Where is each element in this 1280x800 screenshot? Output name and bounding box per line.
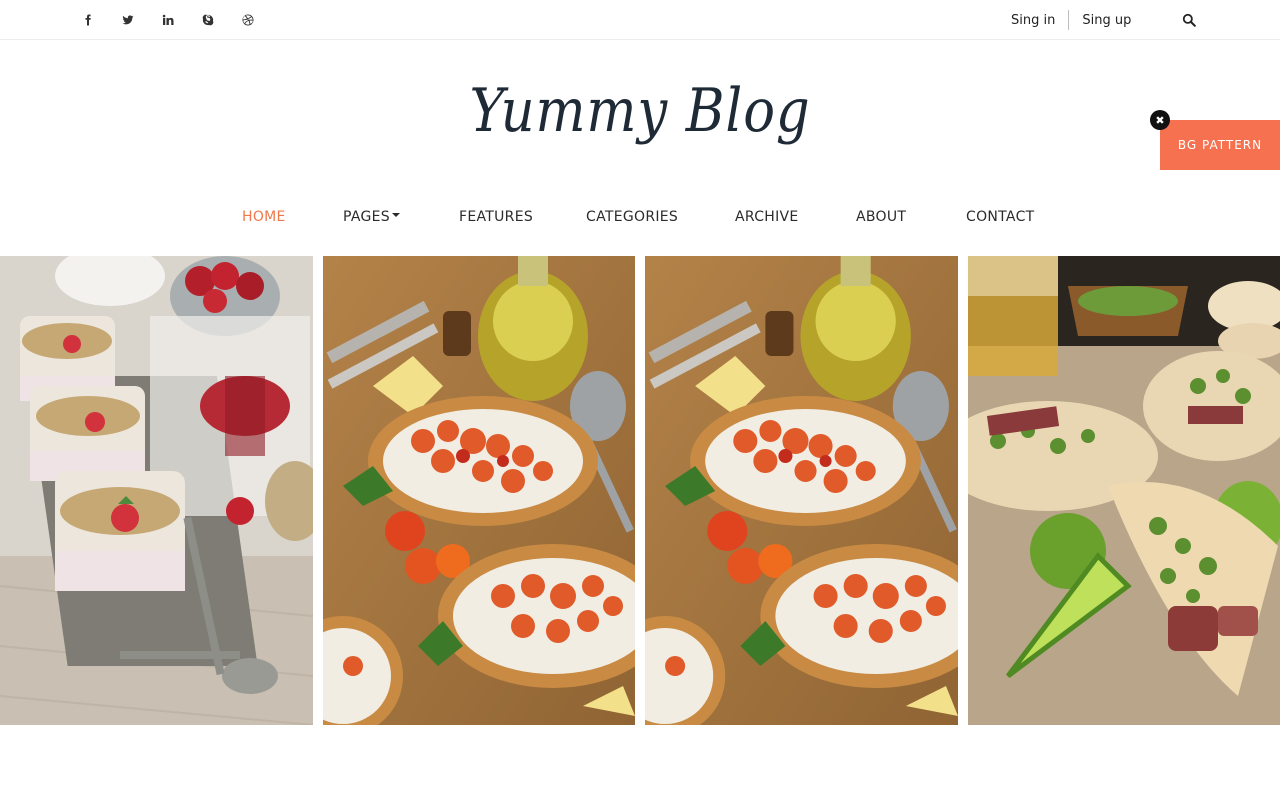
nav-item-archive[interactable]: ARCHIVE bbox=[735, 209, 799, 225]
social-links bbox=[78, 10, 258, 30]
facebook-icon[interactable] bbox=[78, 10, 98, 30]
twitter-icon[interactable] bbox=[118, 10, 138, 30]
image-gallery bbox=[0, 256, 1280, 725]
gallery-image-tacos[interactable] bbox=[968, 256, 1280, 725]
chevron-down-icon bbox=[391, 213, 400, 217]
site-logo[interactable]: Yummy Blog bbox=[77, 76, 1203, 146]
close-icon[interactable]: ✖ bbox=[1150, 110, 1170, 130]
auth-links: Sing in Sing up bbox=[1011, 10, 1131, 30]
nav-item-features[interactable]: FEATURES bbox=[459, 209, 533, 225]
gallery-image-bruschetta-2[interactable] bbox=[645, 256, 958, 725]
sign-in-link[interactable]: Sing in bbox=[1011, 13, 1055, 28]
linkedin-icon[interactable] bbox=[158, 10, 178, 30]
main-nav: HOME PAGES FEATURES CATEGORIES ARCHIVE A… bbox=[0, 209, 1280, 231]
bg-pattern-button[interactable]: BG PATTERN bbox=[1160, 120, 1280, 170]
nav-item-home[interactable]: HOME bbox=[242, 209, 286, 225]
nav-item-pages-label: PAGES bbox=[343, 209, 390, 225]
sign-up-link[interactable]: Sing up bbox=[1082, 13, 1131, 28]
skype-icon[interactable] bbox=[198, 10, 218, 30]
nav-item-about[interactable]: ABOUT bbox=[856, 209, 906, 225]
gallery-image-oats[interactable] bbox=[0, 256, 313, 725]
nav-item-categories[interactable]: CATEGORIES bbox=[586, 209, 678, 225]
divider bbox=[1068, 10, 1070, 30]
dribbble-icon[interactable] bbox=[238, 10, 258, 30]
top-bar: Sing in Sing up bbox=[0, 0, 1280, 40]
nav-item-contact[interactable]: CONTACT bbox=[966, 209, 1035, 225]
nav-item-pages[interactable]: PAGES bbox=[343, 209, 400, 225]
gallery-image-bruschetta[interactable] bbox=[323, 256, 635, 725]
search-icon[interactable] bbox=[1182, 13, 1196, 27]
